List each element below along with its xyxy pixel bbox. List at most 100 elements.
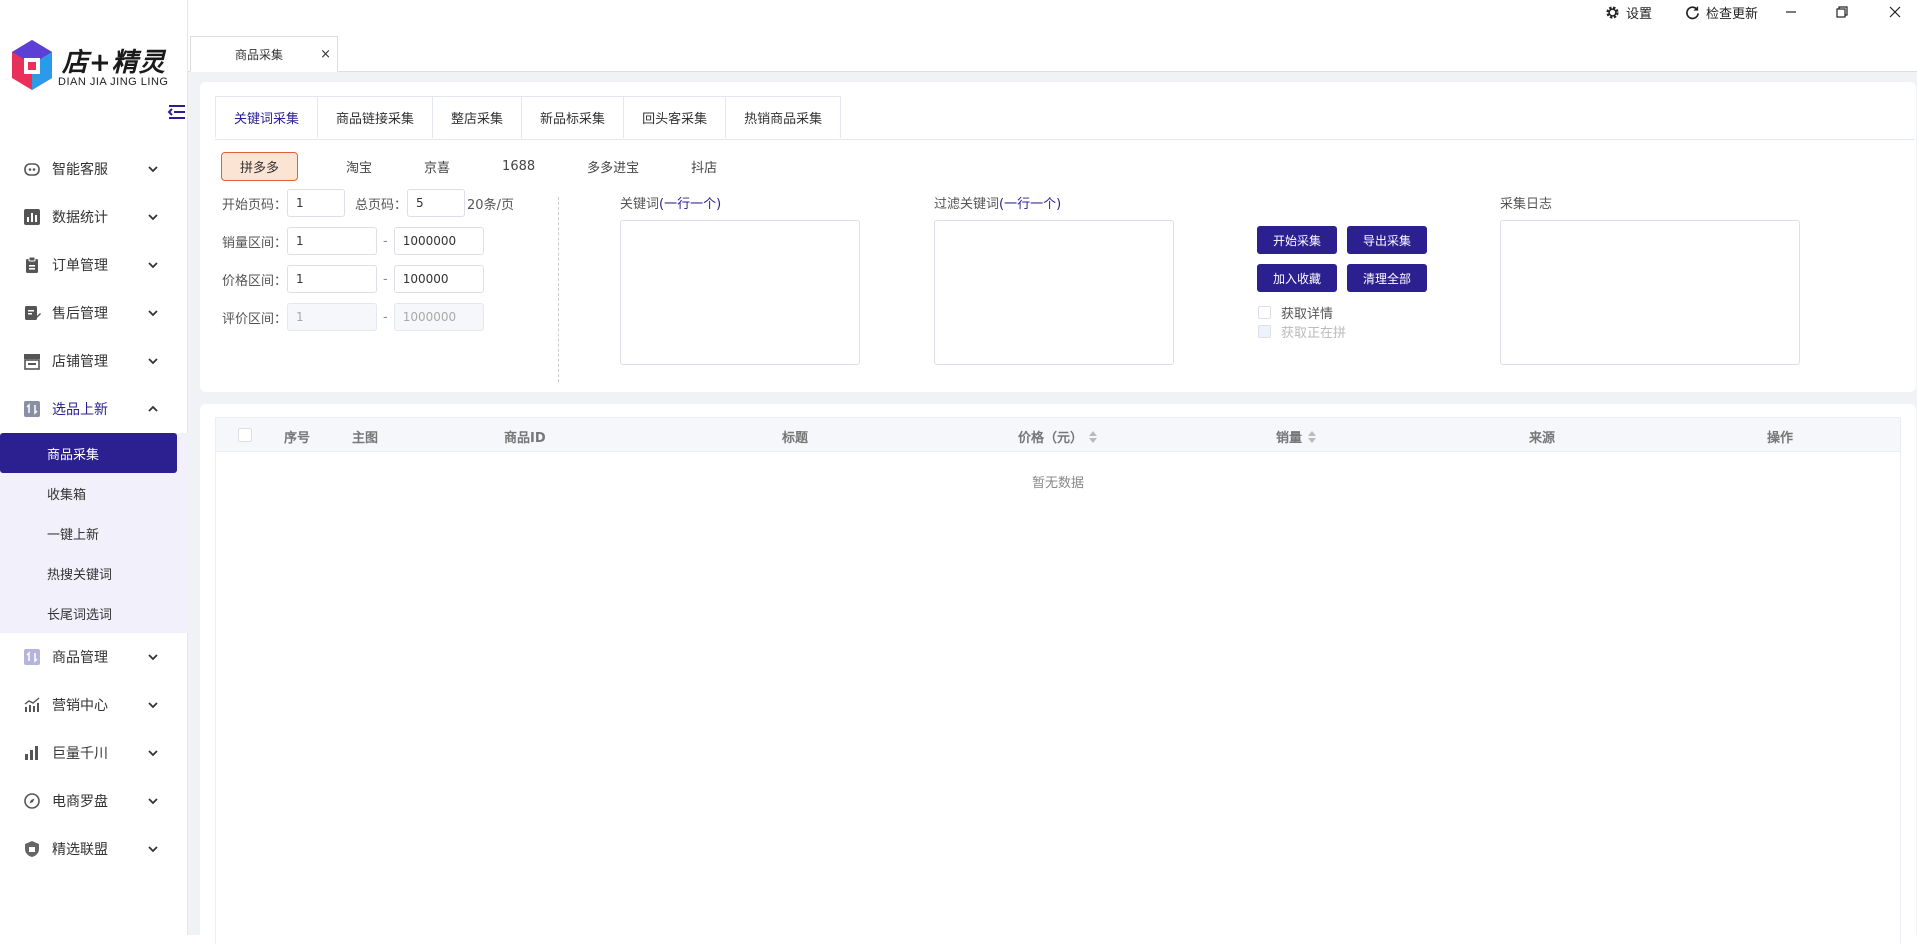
keywords-textarea[interactable] — [620, 220, 860, 365]
sidebar-item-alliance[interactable]: 精选联盟 — [0, 825, 188, 873]
collect-log-textarea[interactable] — [1500, 220, 1800, 365]
empty-state-text: 暂无数据 — [1031, 476, 1084, 491]
platform-1688[interactable]: 1688 — [502, 159, 535, 174]
chevron-down-icon — [148, 166, 158, 173]
sidebar-item-label: 营销中心 — [52, 698, 108, 714]
col-price[interactable]: 价格（元） — [1018, 427, 1098, 446]
sales-range-row: 销量区间： - — [222, 227, 484, 255]
clear-all-button[interactable]: 清理全部 — [1347, 264, 1427, 292]
price-max-input[interactable] — [393, 265, 484, 293]
col-price-label: 价格（元） — [1018, 431, 1084, 446]
sidebar-item-compass[interactable]: 电商罗盘 — [0, 777, 188, 825]
logo-icon — [12, 40, 52, 90]
tab-product-collect[interactable]: 商品采集 × — [190, 36, 338, 72]
collapse-menu-icon[interactable] — [165, 101, 187, 123]
settings-button[interactable]: 设置 — [1605, 3, 1652, 22]
results-table-card: 序号 主图 商品ID 标题 价格（元） 销量 来源 操作 暂无数据 — [200, 404, 1916, 944]
tab-hot-product-collect[interactable]: 热销商品采集 — [726, 96, 842, 138]
sidebar-item-statistics[interactable]: 数据统计 — [0, 193, 188, 241]
checkbox-box — [1258, 325, 1271, 338]
check-update-button[interactable]: 检查更新 — [1685, 3, 1758, 22]
sidebar-item-stores[interactable]: 店铺管理 — [0, 337, 188, 385]
collect-type-tabs: 关键词采集 商品链接采集 整店采集 新品标采集 回头客采集 热销商品采集 — [215, 96, 1915, 140]
col-product-id: 商品ID — [504, 431, 546, 446]
tab-close-icon[interactable]: × — [320, 47, 331, 62]
total-page-input[interactable] — [407, 189, 466, 217]
close-icon[interactable] — [1885, 2, 1905, 22]
sort-caret-icon[interactable] — [1089, 430, 1098, 443]
page-range-row: 开始页码： 总页码： 20条/页 — [222, 189, 514, 217]
sidebar-subitem-product-collect[interactable]: 商品采集 — [0, 433, 177, 473]
filter-keywords-label-text: 过滤关键词 — [934, 197, 1000, 212]
app-logo: 店+精灵 DIAN JIA JING LING — [6, 36, 186, 96]
sidebar-item-smart-service[interactable]: 智能客服 — [0, 145, 188, 193]
collect-log-label: 采集日志 — [1500, 197, 1553, 212]
collect-form-card: 关键词采集 商品链接采集 整店采集 新品标采集 回头客采集 热销商品采集 拼多多… — [200, 82, 1916, 392]
filter-keywords-textarea[interactable] — [934, 220, 1174, 365]
sidebar-item-product-management[interactable]: 商品管理 — [0, 633, 188, 681]
sales-max-input[interactable] — [393, 227, 484, 255]
settings-label: 设置 — [1626, 7, 1653, 22]
tab-keyword-collect[interactable]: 关键词采集 — [215, 96, 319, 138]
main-content: 关键词采集 商品链接采集 整店采集 新品标采集 回头客采集 热销商品采集 拼多多… — [188, 72, 1917, 944]
sidebar-subitem-hot-keywords[interactable]: 热搜关键词 — [0, 553, 188, 593]
export-collect-button[interactable]: 导出采集 — [1347, 226, 1427, 254]
minimize-icon[interactable] — [1781, 2, 1801, 22]
sidebar-item-qianchuan[interactable]: 巨量千川 — [0, 729, 188, 777]
chevron-down-icon — [148, 750, 158, 757]
tab-store-collect[interactable]: 整店采集 — [433, 96, 523, 138]
tab-new-product-collect[interactable]: 新品标采集 — [522, 96, 625, 138]
chevron-down-icon — [148, 358, 158, 365]
sidebar-item-after-sales[interactable]: 售后管理 — [0, 289, 188, 337]
start-page-label: 开始页码： — [222, 197, 288, 213]
sidebar-subitem-long-tail-keywords[interactable]: 长尾词选词 — [0, 593, 188, 633]
tab-repeat-customer-collect[interactable]: 回头客采集 — [624, 96, 727, 138]
sidebar-item-orders[interactable]: 订单管理 — [0, 241, 188, 289]
platform-douyin-store[interactable]: 抖店 — [691, 157, 717, 176]
logo-subtitle: DIAN JIA JING LING — [58, 76, 169, 88]
range-dash: - — [383, 233, 388, 249]
filter-keywords-label: 过滤关键词(一行一个) — [934, 193, 1061, 212]
get-grouping-checkbox: 获取正在拼 — [1258, 322, 1346, 341]
start-collect-button[interactable]: 开始采集 — [1257, 226, 1337, 254]
start-page-input[interactable] — [287, 189, 346, 217]
tab-link-collect[interactable]: 商品链接采集 — [318, 96, 434, 138]
col-title: 标题 — [782, 431, 809, 446]
chevron-down-icon — [148, 702, 158, 709]
sidebar-item-marketing[interactable]: 营销中心 — [0, 681, 188, 729]
sidebar-item-product-selection[interactable]: 选品上新 — [0, 385, 188, 433]
sort-caret-icon[interactable] — [1308, 430, 1317, 443]
get-detail-checkbox[interactable]: 获取详情 — [1258, 303, 1333, 322]
platform-pinduoduo[interactable]: 拼多多 — [221, 151, 299, 181]
select-all-checkbox[interactable] — [238, 428, 252, 442]
filter-keywords-hint: (一行一个) — [999, 197, 1062, 212]
price-min-input[interactable] — [287, 265, 378, 293]
sidebar-item-label: 电商罗盘 — [52, 794, 108, 810]
sidebar-item-label: 巨量千川 — [52, 746, 108, 762]
sidebar-subitem-one-click-list[interactable]: 一键上新 — [0, 513, 188, 553]
review-range-row: 评价区间： - — [222, 303, 484, 331]
title-bar: 设置 检查更新 — [188, 0, 1917, 24]
keywords-hint: (一行一个) — [659, 197, 722, 212]
platform-duoduojinbao[interactable]: 多多进宝 — [587, 157, 639, 176]
bar-chart-icon — [22, 207, 42, 227]
sidebar-item-label: 精选联盟 — [52, 842, 108, 858]
col-sales[interactable]: 销量 — [1276, 427, 1317, 446]
check-update-label: 检查更新 — [1706, 7, 1759, 22]
sales-min-input[interactable] — [287, 227, 378, 255]
shield-icon — [22, 839, 42, 859]
platform-taobao[interactable]: 淘宝 — [346, 157, 372, 176]
add-favorite-button[interactable]: 加入收藏 — [1257, 264, 1337, 292]
price-range-row: 价格区间： - — [222, 265, 484, 293]
robot-icon — [22, 159, 42, 179]
sidebar-subitem-inbox[interactable]: 收集箱 — [0, 473, 188, 513]
table-header: 序号 主图 商品ID 标题 价格（元） 销量 来源 操作 — [215, 417, 1901, 452]
restore-icon[interactable] — [1832, 2, 1852, 22]
chevron-down-icon — [148, 846, 158, 853]
platform-jingxi[interactable]: 京喜 — [424, 157, 450, 176]
review-max-input — [393, 303, 484, 331]
review-range-label: 评价区间： — [222, 311, 288, 327]
range-dash: - — [383, 271, 388, 287]
chevron-down-icon — [148, 262, 158, 269]
chevron-up-icon — [148, 405, 158, 412]
